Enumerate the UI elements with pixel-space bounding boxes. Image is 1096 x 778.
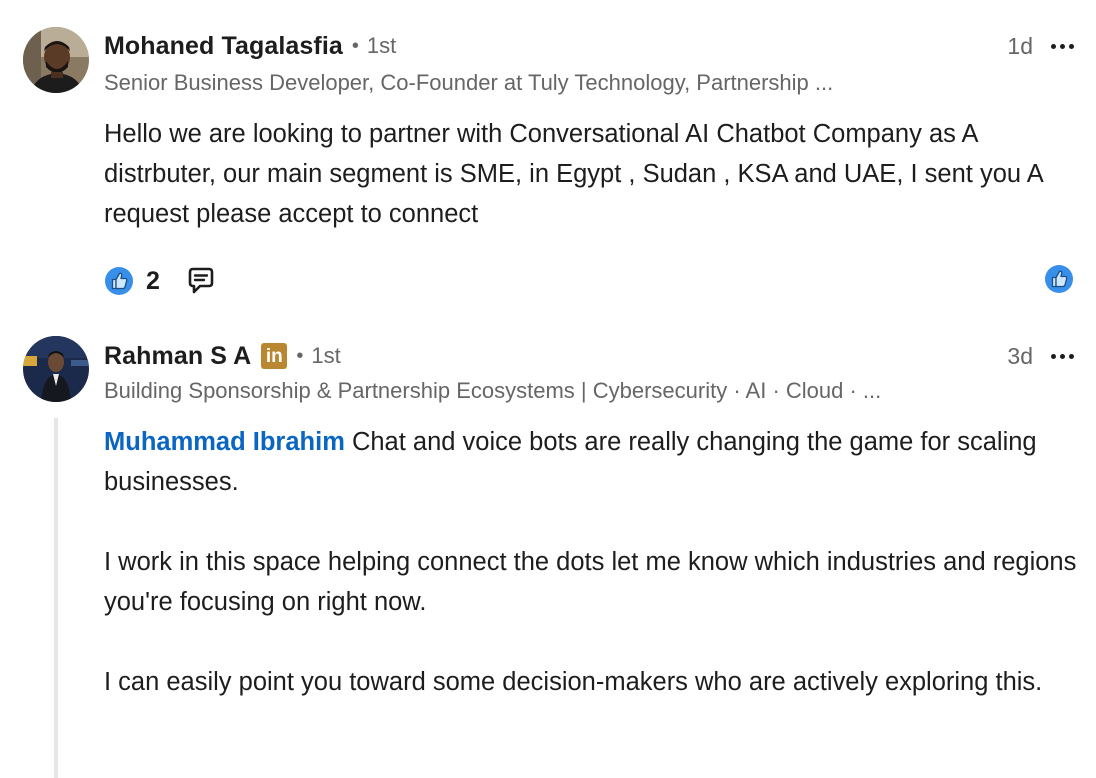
mention-link[interactable]: Muhammad Ibrahim (104, 428, 345, 456)
comment-paragraph: Muhammad Ibrahim Chat and voice bots are… (104, 422, 1084, 502)
author-name[interactable]: Mohaned Tagalasfia (104, 32, 343, 61)
comment-item: Mohaned Tagalasfia • 1st 1d Senior Busin… (0, 0, 1096, 320)
thread-line (54, 418, 58, 778)
timestamp: 1d (1007, 32, 1033, 59)
degree-separator: • (351, 34, 359, 57)
speech-bubble-icon[interactable] (184, 264, 218, 298)
avatar-image (23, 336, 89, 402)
avatar[interactable] (23, 27, 89, 93)
author-headline: Senior Business Developer, Co-Founder at… (104, 70, 834, 95)
comment-text: Muhammad Ibrahim Chat and voice bots are… (104, 422, 1084, 702)
connection-degree: 1st (366, 33, 397, 58)
degree-separator: • (296, 344, 304, 367)
connection-degree: 1st (311, 343, 341, 368)
avatar-image (23, 27, 89, 93)
timestamp: 3d (1007, 342, 1033, 369)
more-options-icon[interactable] (1051, 34, 1074, 58)
comment-actions: 2 (104, 262, 218, 300)
comment-text: Hello we are looking to partner with Con… (104, 120, 1043, 228)
thumbs-up-icon[interactable] (1044, 264, 1074, 294)
author-row: Mohaned Tagalasfia • 1st (104, 28, 396, 64)
linkedin-badge-icon: in (261, 343, 288, 369)
comment-meta: 1d (1007, 28, 1074, 64)
more-options-icon[interactable] (1051, 344, 1074, 368)
author-headline: Building Sponsorship & Partnership Ecosy… (104, 378, 882, 403)
comment-paragraph: I can easily point you toward some decis… (104, 668, 1043, 696)
comment-meta: 3d (1007, 338, 1074, 374)
avatar[interactable] (23, 336, 89, 402)
thumbs-up-icon[interactable] (104, 266, 134, 296)
comment-paragraph: I work in this space helping connect the… (104, 548, 1077, 616)
author-name[interactable]: Rahman S A (104, 342, 251, 371)
author-row: Rahman S A in • 1st (104, 338, 341, 374)
like-count: 2 (146, 266, 160, 295)
comment-item: Rahman S A in • 1st 3d Building Sponsors… (0, 320, 1096, 778)
